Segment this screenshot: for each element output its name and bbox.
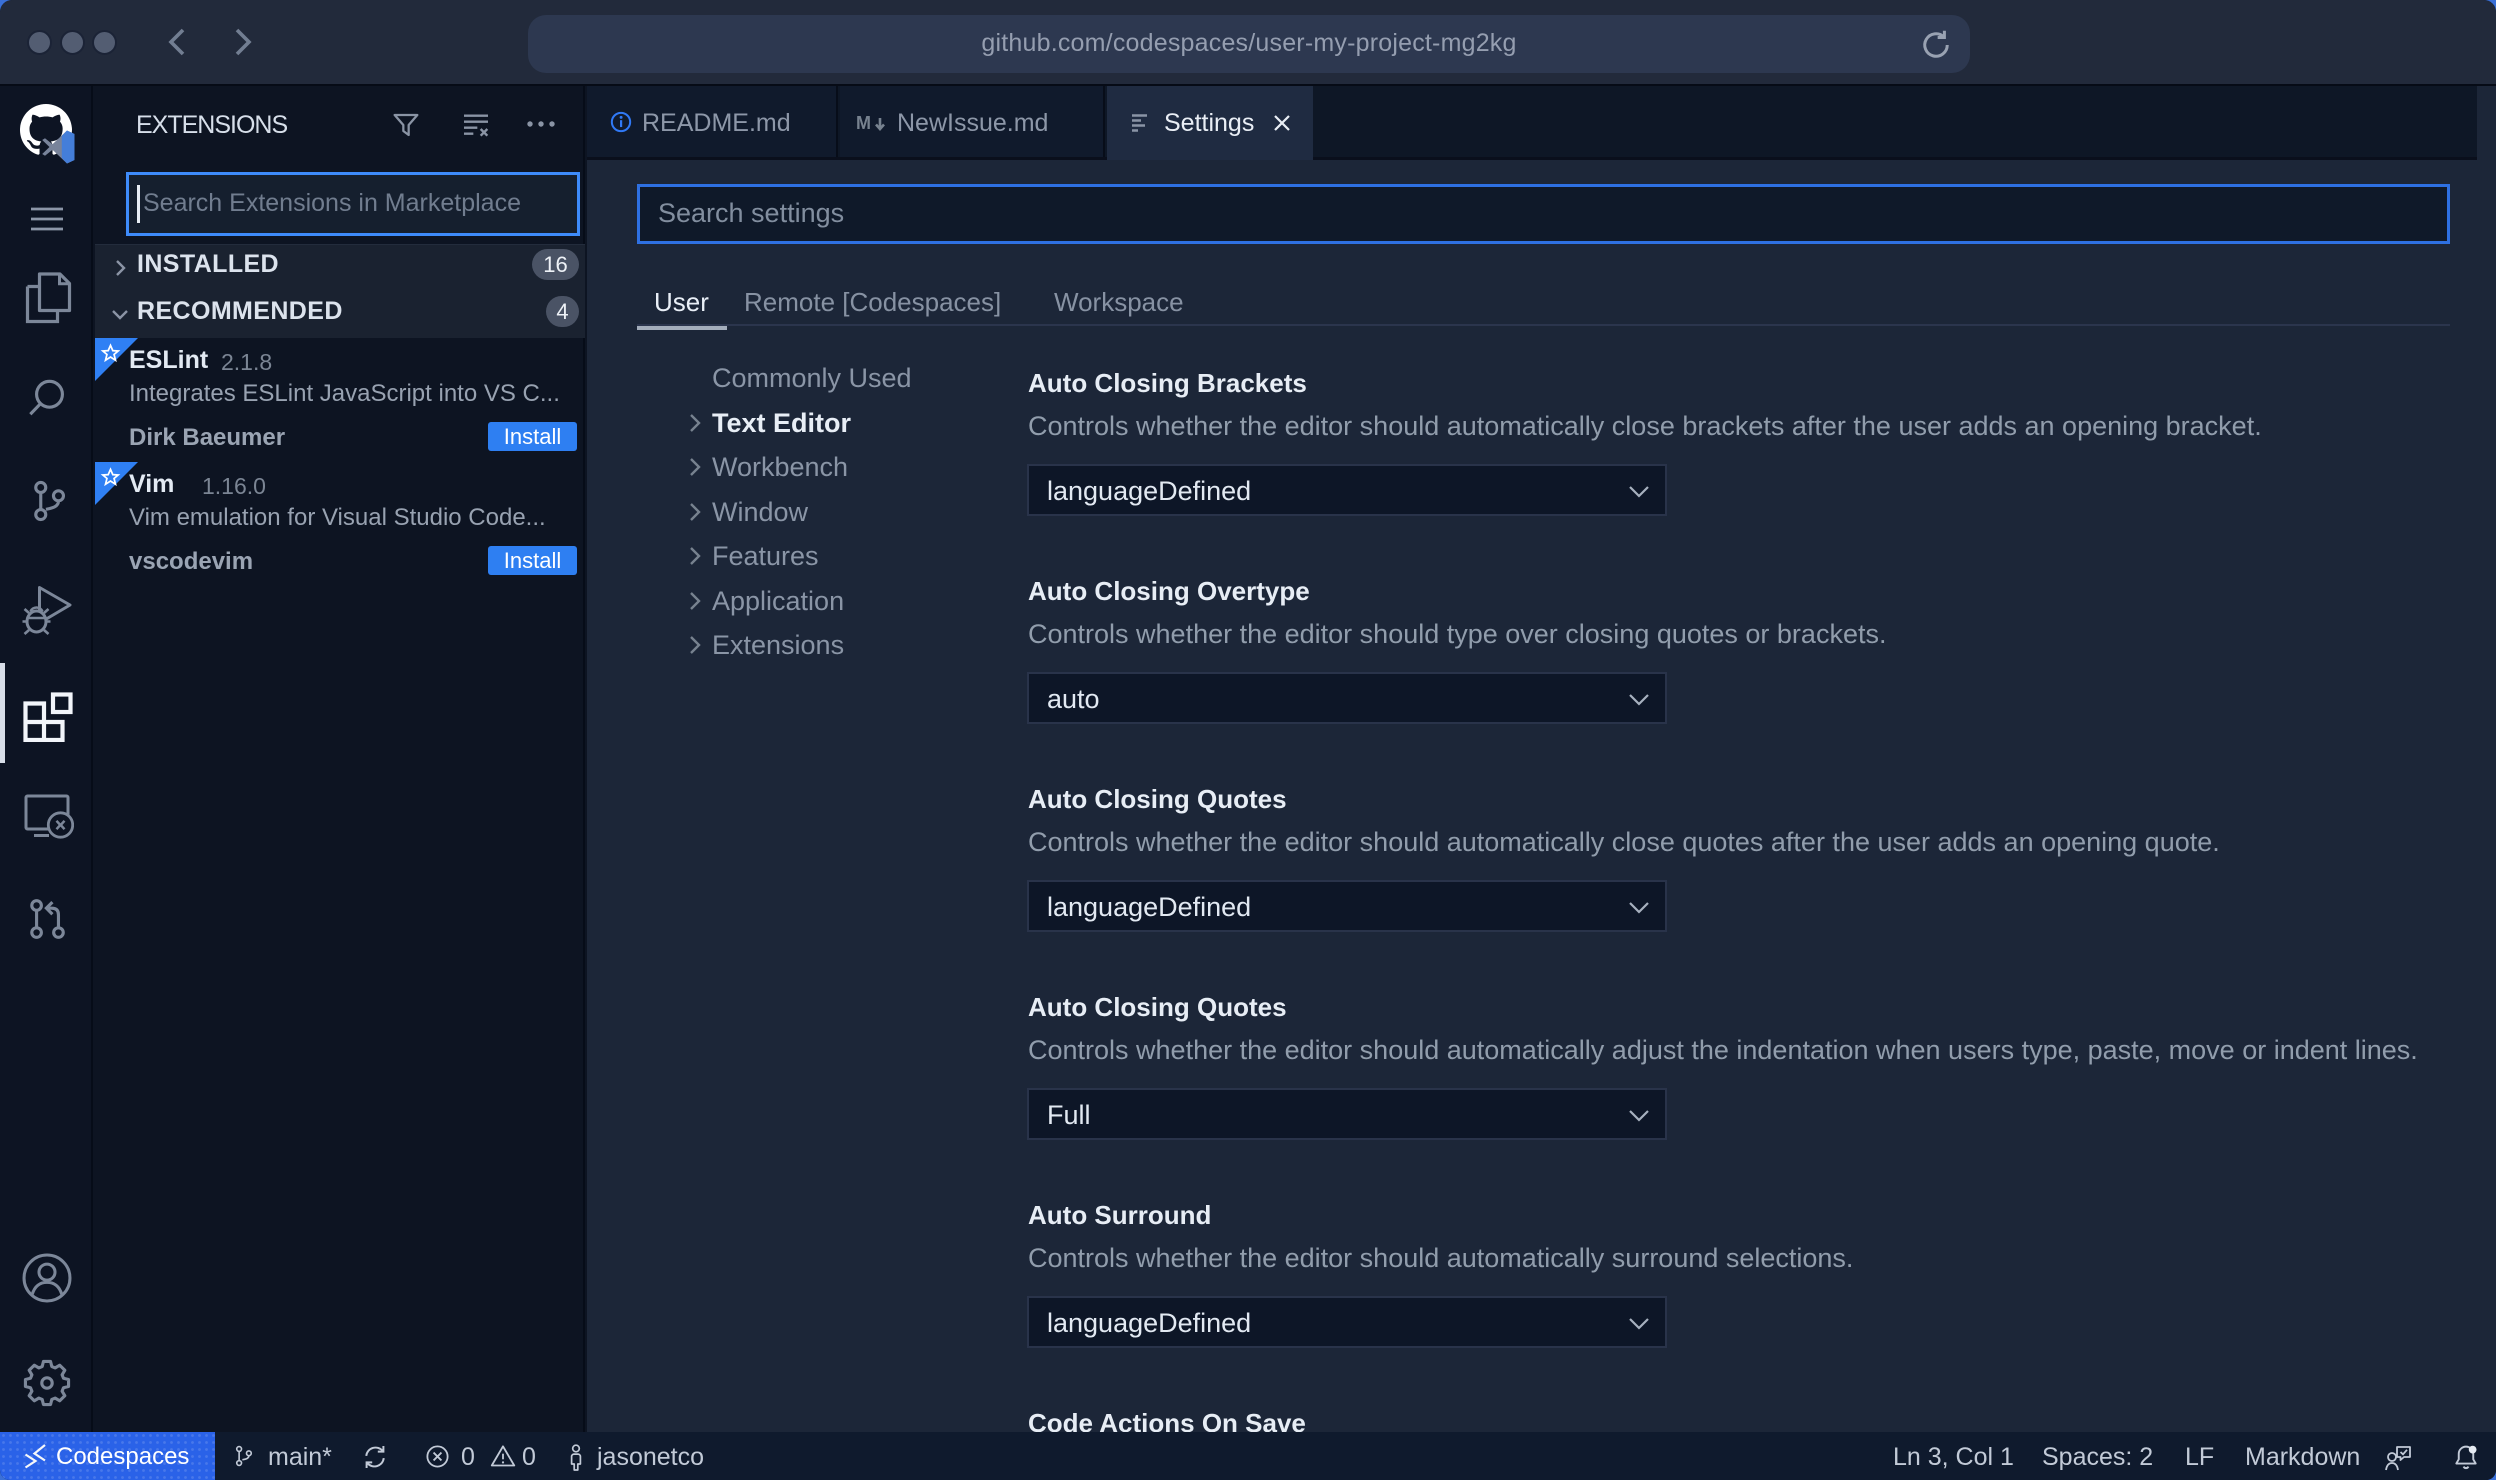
svg-text:M: M bbox=[856, 113, 871, 133]
